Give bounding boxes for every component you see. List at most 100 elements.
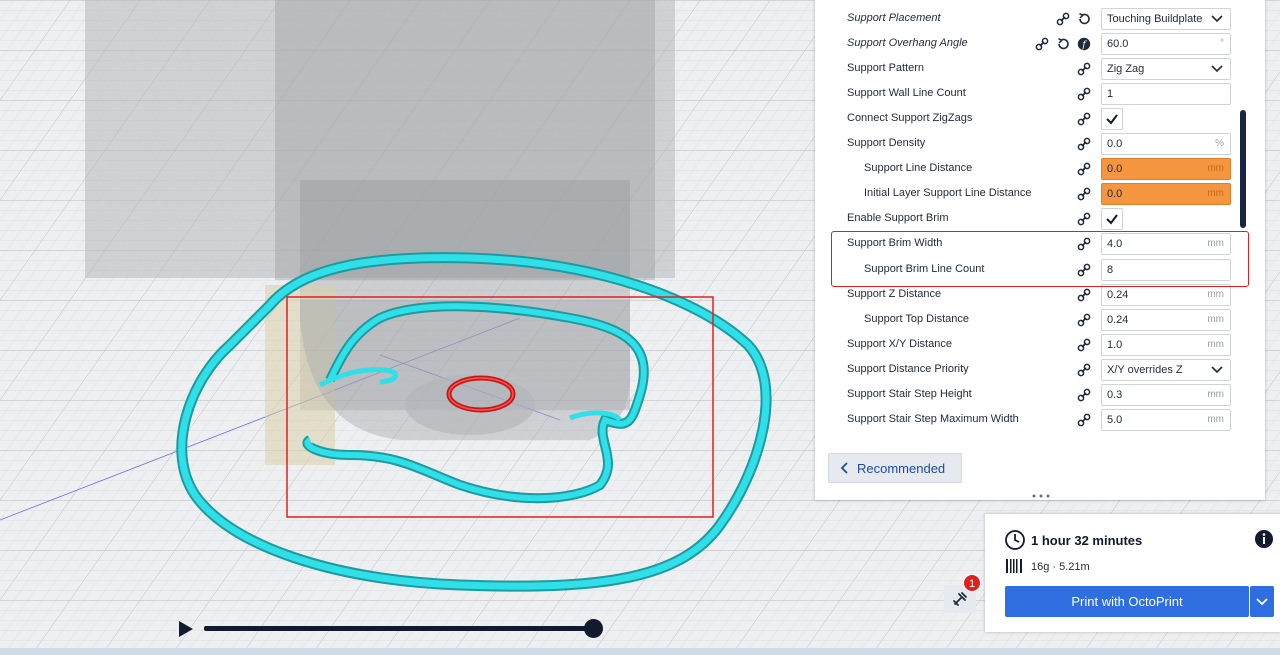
custom-settings-panel[interactable]: Support Placement Touching Buildplate Supp… bbox=[815, 0, 1265, 500]
setting-value: 0.24 bbox=[1107, 288, 1129, 301]
setting-input[interactable]: 0.3 mm bbox=[1101, 383, 1231, 406]
info-icon[interactable] bbox=[1254, 529, 1274, 549]
setting-input[interactable]: 4.0 mm bbox=[1101, 233, 1231, 256]
link-icon[interactable] bbox=[1077, 137, 1091, 151]
setting-input[interactable]: 1 bbox=[1101, 83, 1231, 106]
setting-row[interactable]: Support Placement Touching Buildplate bbox=[815, 7, 1245, 32]
link-icon[interactable] bbox=[1077, 338, 1091, 352]
setting-label: Support Pattern bbox=[847, 62, 925, 75]
setting-input[interactable]: 0.24 mm bbox=[1101, 283, 1231, 306]
play-icon[interactable] bbox=[174, 618, 196, 640]
link-icon[interactable] bbox=[1077, 263, 1091, 277]
setting-input[interactable]: 8 bbox=[1101, 258, 1231, 281]
link-icon[interactable] bbox=[1077, 112, 1091, 126]
function-icon[interactable]: f bbox=[1077, 37, 1091, 51]
checkmark-icon bbox=[1106, 214, 1118, 225]
tools-icon bbox=[953, 592, 967, 606]
setting-row[interactable]: Support Brim Width 4.0 mm bbox=[815, 232, 1245, 257]
setting-unit: mm bbox=[1207, 388, 1224, 400]
setting-row[interactable]: Support Line Distance 0.0 mm bbox=[815, 157, 1245, 182]
link-icon[interactable] bbox=[1035, 37, 1049, 51]
setting-row[interactable]: Support Stair Step Maximum Width 5.0 mm bbox=[815, 408, 1245, 433]
setting-label: Support Overhang Angle bbox=[847, 37, 968, 50]
setting-label: Support Stair Step Maximum Width bbox=[847, 412, 1019, 425]
setting-unit: mm bbox=[1207, 238, 1224, 250]
setting-select[interactable]: X/Y overrides Z bbox=[1101, 358, 1231, 381]
setting-row[interactable]: Support Top Distance 0.24 mm bbox=[815, 308, 1245, 333]
setting-checkbox[interactable] bbox=[1101, 108, 1123, 131]
chevron-down-icon bbox=[1211, 15, 1223, 23]
print-material-usage: 16g · 5.21m bbox=[1031, 561, 1090, 573]
setting-input[interactable]: 60.0 ° bbox=[1101, 33, 1231, 56]
link-icon[interactable] bbox=[1077, 363, 1091, 377]
print-with-octoprint-button[interactable]: Print with OctoPrint bbox=[1005, 586, 1249, 617]
setting-input[interactable]: 0.0 mm bbox=[1101, 183, 1231, 206]
recommended-label: Recommended bbox=[857, 461, 946, 476]
setting-row[interactable]: Support Stair Step Height 0.3 mm bbox=[815, 383, 1245, 408]
setting-value: 0.3 bbox=[1107, 388, 1123, 401]
link-icon[interactable] bbox=[1077, 187, 1091, 201]
reset-icon[interactable] bbox=[1077, 12, 1091, 26]
spool-icon bbox=[1006, 559, 1022, 573]
setting-label: Support Line Distance bbox=[864, 162, 973, 175]
link-icon[interactable] bbox=[1077, 413, 1091, 427]
setting-checkbox[interactable] bbox=[1101, 208, 1123, 231]
setting-row[interactable]: Enable Support Brim bbox=[815, 207, 1245, 232]
setting-unit: mm bbox=[1207, 338, 1224, 350]
setting-unit: % bbox=[1215, 138, 1224, 150]
setting-unit: ° bbox=[1220, 38, 1224, 50]
setting-row[interactable]: Support Pattern Zig Zag bbox=[815, 57, 1245, 82]
setting-value: 0.0 bbox=[1107, 138, 1123, 151]
setting-label: Support Z Distance bbox=[847, 287, 942, 300]
link-icon[interactable] bbox=[1077, 62, 1091, 76]
setting-row[interactable]: Support Wall Line Count 1 bbox=[815, 82, 1245, 107]
setting-value: Touching Buildplate bbox=[1107, 13, 1203, 25]
link-icon[interactable] bbox=[1077, 237, 1091, 251]
link-icon[interactable] bbox=[1077, 288, 1091, 302]
clock-icon bbox=[1005, 530, 1025, 550]
layer-slider-track[interactable] bbox=[204, 626, 598, 631]
setting-row[interactable]: Support Z Distance 0.24 mm bbox=[815, 283, 1245, 308]
setting-input[interactable]: 0.24 mm bbox=[1101, 308, 1231, 331]
print-summary-panel: 1 hour 32 minutes 16g · 5.21m Print with… bbox=[985, 514, 1280, 632]
setting-label: Connect Support ZigZags bbox=[847, 112, 973, 125]
link-icon[interactable] bbox=[1077, 388, 1091, 402]
bottom-bar bbox=[0, 648, 1280, 655]
setting-row[interactable]: Connect Support ZigZags bbox=[815, 107, 1245, 132]
chevron-down-icon bbox=[1211, 366, 1223, 373]
setting-row[interactable]: Support Density 0.0% bbox=[815, 132, 1245, 157]
setting-row[interactable]: Support Overhang Angle f 60.0 ° bbox=[815, 32, 1245, 57]
recommended-button[interactable]: Recommended bbox=[828, 453, 962, 483]
setting-label: Support Stair Step Height bbox=[847, 387, 972, 400]
setting-label: Support Brim Width bbox=[847, 237, 943, 250]
link-icon[interactable] bbox=[1077, 313, 1091, 327]
setting-input[interactable]: 1.0 mm bbox=[1101, 333, 1231, 356]
setting-row[interactable]: Initial Layer Support Line Distance 0.0 mm bbox=[815, 182, 1245, 207]
layer-slider-handle[interactable] bbox=[584, 619, 603, 638]
setting-label: Support Placement bbox=[847, 12, 941, 24]
link-icon[interactable] bbox=[1077, 212, 1091, 226]
setting-unit: mm bbox=[1207, 188, 1224, 200]
notification-badge: 1 bbox=[963, 574, 981, 592]
chevron-down-icon bbox=[1211, 65, 1223, 73]
setting-select[interactable]: Touching Buildplate bbox=[1101, 8, 1231, 30]
setting-row[interactable]: Support Brim Line Count 8 bbox=[815, 258, 1245, 283]
setting-select[interactable]: Zig Zag bbox=[1101, 58, 1231, 81]
reset-icon[interactable] bbox=[1056, 37, 1070, 51]
link-icon[interactable] bbox=[1077, 162, 1091, 176]
setting-input[interactable]: 5.0 mm bbox=[1101, 408, 1231, 431]
panel-resize-handle[interactable] bbox=[1030, 492, 1052, 500]
setting-value: 60.0 bbox=[1107, 38, 1129, 51]
setting-label: Support Wall Line Count bbox=[847, 87, 966, 100]
setting-row[interactable]: Support Distance Priority X/Y overrides Z bbox=[815, 358, 1245, 383]
setting-input[interactable]: 0.0% bbox=[1101, 133, 1231, 156]
setting-unit: mm bbox=[1207, 313, 1224, 325]
setting-label: Support Brim Line Count bbox=[864, 262, 985, 275]
setting-label: Support Density bbox=[847, 137, 926, 150]
link-icon[interactable] bbox=[1077, 87, 1091, 101]
setting-input[interactable]: 0.0 mm bbox=[1101, 158, 1231, 181]
print-options-dropdown[interactable] bbox=[1250, 586, 1274, 617]
setting-row[interactable]: Support X/Y Distance 1.0 mm bbox=[815, 333, 1245, 358]
settings-scrollbar[interactable] bbox=[1240, 110, 1246, 228]
link-icon[interactable] bbox=[1056, 12, 1070, 26]
